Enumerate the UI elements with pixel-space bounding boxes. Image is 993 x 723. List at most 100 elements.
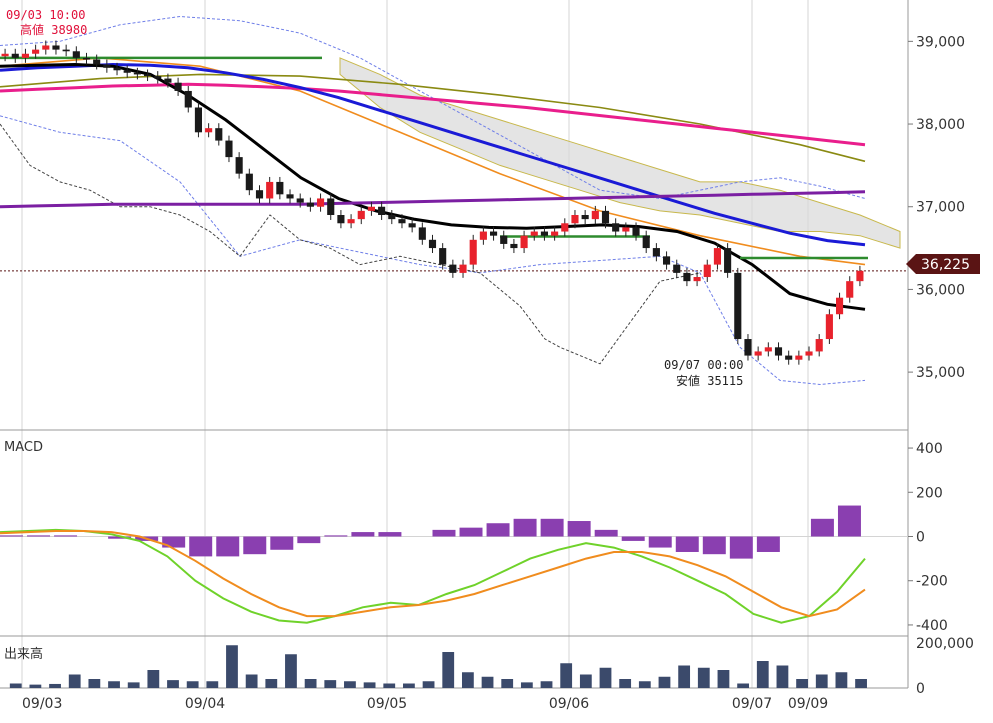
candle-body <box>612 223 620 232</box>
macd-histogram-bar <box>675 536 699 552</box>
macd-histogram-bar <box>648 536 672 548</box>
candle-body <box>846 281 854 298</box>
candle-body <box>347 219 355 224</box>
candle-body <box>530 231 538 236</box>
volume-bar <box>206 681 219 688</box>
volume-bar <box>363 682 376 688</box>
candle-body <box>632 227 640 236</box>
macd-histogram-bar <box>513 518 537 537</box>
macd-histogram-bar <box>243 536 267 555</box>
volume-bar <box>383 683 396 688</box>
macd-histogram-bar <box>378 532 402 537</box>
candle-body <box>835 297 844 315</box>
orange-line <box>0 57 866 266</box>
macd-histogram-bar <box>621 536 645 541</box>
macd-histogram-bar <box>810 518 834 537</box>
volume-bar <box>638 681 651 688</box>
candle-body <box>673 264 681 273</box>
volume-bar <box>49 683 61 688</box>
candle-body <box>21 53 30 58</box>
candle-body <box>276 181 284 195</box>
macd-histogram-bar <box>54 535 78 537</box>
macd-histogram-bar <box>27 535 51 537</box>
candle-body <box>306 202 314 207</box>
volume-bar <box>245 674 258 688</box>
volume-bar <box>304 679 317 688</box>
candle-body <box>469 239 477 265</box>
volume-bar <box>579 674 592 688</box>
candle-body <box>683 272 691 282</box>
macd-histogram-bar <box>459 527 483 537</box>
candle-body <box>62 49 70 52</box>
volume-bar <box>167 680 179 688</box>
candle-body <box>561 223 569 232</box>
macd-histogram-bar <box>837 505 861 537</box>
candle-body <box>388 215 396 220</box>
candle-body <box>500 235 508 244</box>
candle-body <box>551 231 559 236</box>
volume-bar <box>737 683 750 688</box>
candle-body <box>286 194 294 199</box>
volume-bar <box>619 679 632 688</box>
macd-histogram-bar <box>0 535 23 537</box>
volume-bar <box>461 672 474 688</box>
candle-body <box>774 347 783 356</box>
candle-body <box>724 248 732 273</box>
volume-bar <box>599 667 612 688</box>
macd-histogram-bar <box>567 521 591 537</box>
series-sma-mid <box>0 62 866 247</box>
macd-tick-label: 400 <box>916 441 943 457</box>
volume-bar <box>442 652 455 688</box>
volume-bar <box>481 676 494 688</box>
volume-bar <box>658 676 671 688</box>
volume-bar <box>68 674 81 688</box>
candle-body <box>113 67 121 71</box>
candle-body <box>93 59 101 65</box>
candle-body <box>82 57 91 60</box>
macd-tick-label: -400 <box>916 618 948 634</box>
candle-body <box>316 198 325 207</box>
candle-body <box>225 140 233 158</box>
volume-bar <box>815 674 828 688</box>
volume-bar <box>9 683 22 688</box>
volume-bar <box>855 679 867 688</box>
volume-bar <box>127 682 140 688</box>
candle-body <box>520 235 528 249</box>
candle-body <box>785 355 793 360</box>
macd-histogram-bar <box>756 536 780 552</box>
candle-body <box>439 248 447 265</box>
x-tick-label: 09/06 <box>549 696 589 712</box>
candle-body <box>571 215 579 224</box>
candle-body <box>1 53 9 57</box>
volume-bar <box>422 681 435 688</box>
candle-body <box>174 82 182 91</box>
candle-body <box>734 272 742 340</box>
volume-tick-label: 0 <box>916 681 925 697</box>
candle-body <box>11 53 19 58</box>
high-annotation-time: 09/03 10:00 <box>6 8 85 22</box>
candle-body <box>266 181 274 199</box>
candle-body <box>357 210 365 220</box>
candle-body <box>42 45 50 50</box>
candle-body <box>52 45 60 50</box>
grid-layer <box>0 0 909 689</box>
macd-histogram-bar <box>324 535 348 537</box>
x-tick-label: 09/04 <box>185 696 225 712</box>
candle-body <box>428 239 437 249</box>
macd-histogram-bar <box>594 529 618 537</box>
macd-histogram-bar <box>729 536 753 559</box>
high-annotation-value: 高値 38980 <box>20 22 87 37</box>
price-tick-label: 35,000 <box>916 365 965 381</box>
macd-histogram-bar <box>162 536 186 548</box>
candle-body <box>795 355 803 360</box>
candle-body <box>754 351 762 356</box>
candle-body <box>235 157 243 174</box>
price-tick-label: 37,000 <box>916 200 965 216</box>
candle-body <box>622 227 630 232</box>
macd-tick-label: 200 <box>916 485 943 501</box>
candle-body <box>255 190 264 199</box>
candle-body <box>133 72 141 75</box>
volume-bar <box>324 680 337 688</box>
x-tick-label: 09/05 <box>367 696 407 712</box>
candle-body <box>479 231 487 240</box>
